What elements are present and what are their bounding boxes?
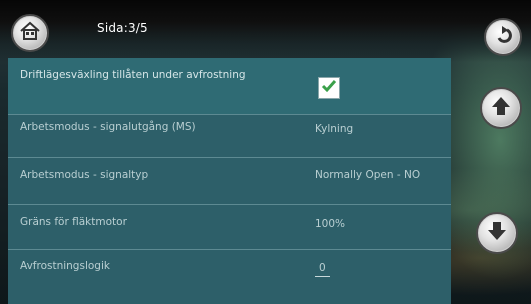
back-arrow-icon xyxy=(492,24,514,50)
setting-value-field[interactable]: 0 xyxy=(315,260,443,277)
scroll-down-button[interactable] xyxy=(476,212,518,254)
back-button[interactable] xyxy=(484,18,522,56)
defrost-mode-switch-checkbox[interactable] xyxy=(318,77,340,99)
setting-row[interactable]: Avfrostningslogik 0 xyxy=(8,250,451,304)
setting-row[interactable]: Driftlägesväxling tillåten under avfrost… xyxy=(8,58,451,115)
setting-value: 0 xyxy=(315,260,330,277)
setting-label: Arbetsmodus - signalutgång (MS) xyxy=(20,121,196,133)
arrow-down-icon xyxy=(485,219,509,247)
settings-panel: Driftlägesväxling tillåten under avfrost… xyxy=(8,58,451,304)
setting-row[interactable]: Arbetsmodus - signaltyp Normally Open - … xyxy=(8,158,451,205)
setting-value[interactable]: Normally Open - NO xyxy=(315,167,443,183)
checkmark-icon xyxy=(321,78,337,98)
setting-value[interactable]: Kylning xyxy=(315,121,443,137)
top-bar xyxy=(0,0,531,62)
arrow-up-icon xyxy=(489,94,513,122)
page-indicator: Sida:3/5 xyxy=(97,21,148,35)
setting-row[interactable]: Arbetsmodus - signalutgång (MS) Kylning xyxy=(8,115,451,158)
setting-label: Gräns för fläktmotor xyxy=(20,216,127,228)
scroll-up-button[interactable] xyxy=(480,87,522,129)
setting-value[interactable]: 100% xyxy=(315,216,443,232)
setting-row[interactable]: Gräns för fläktmotor 100% xyxy=(8,205,451,250)
setting-label: Driftlägesväxling tillåten under avfrost… xyxy=(20,69,246,81)
home-button[interactable] xyxy=(11,14,49,52)
home-icon xyxy=(19,20,41,46)
setting-label: Avfrostningslogik xyxy=(20,260,110,272)
setting-label: Arbetsmodus - signaltyp xyxy=(20,169,149,181)
